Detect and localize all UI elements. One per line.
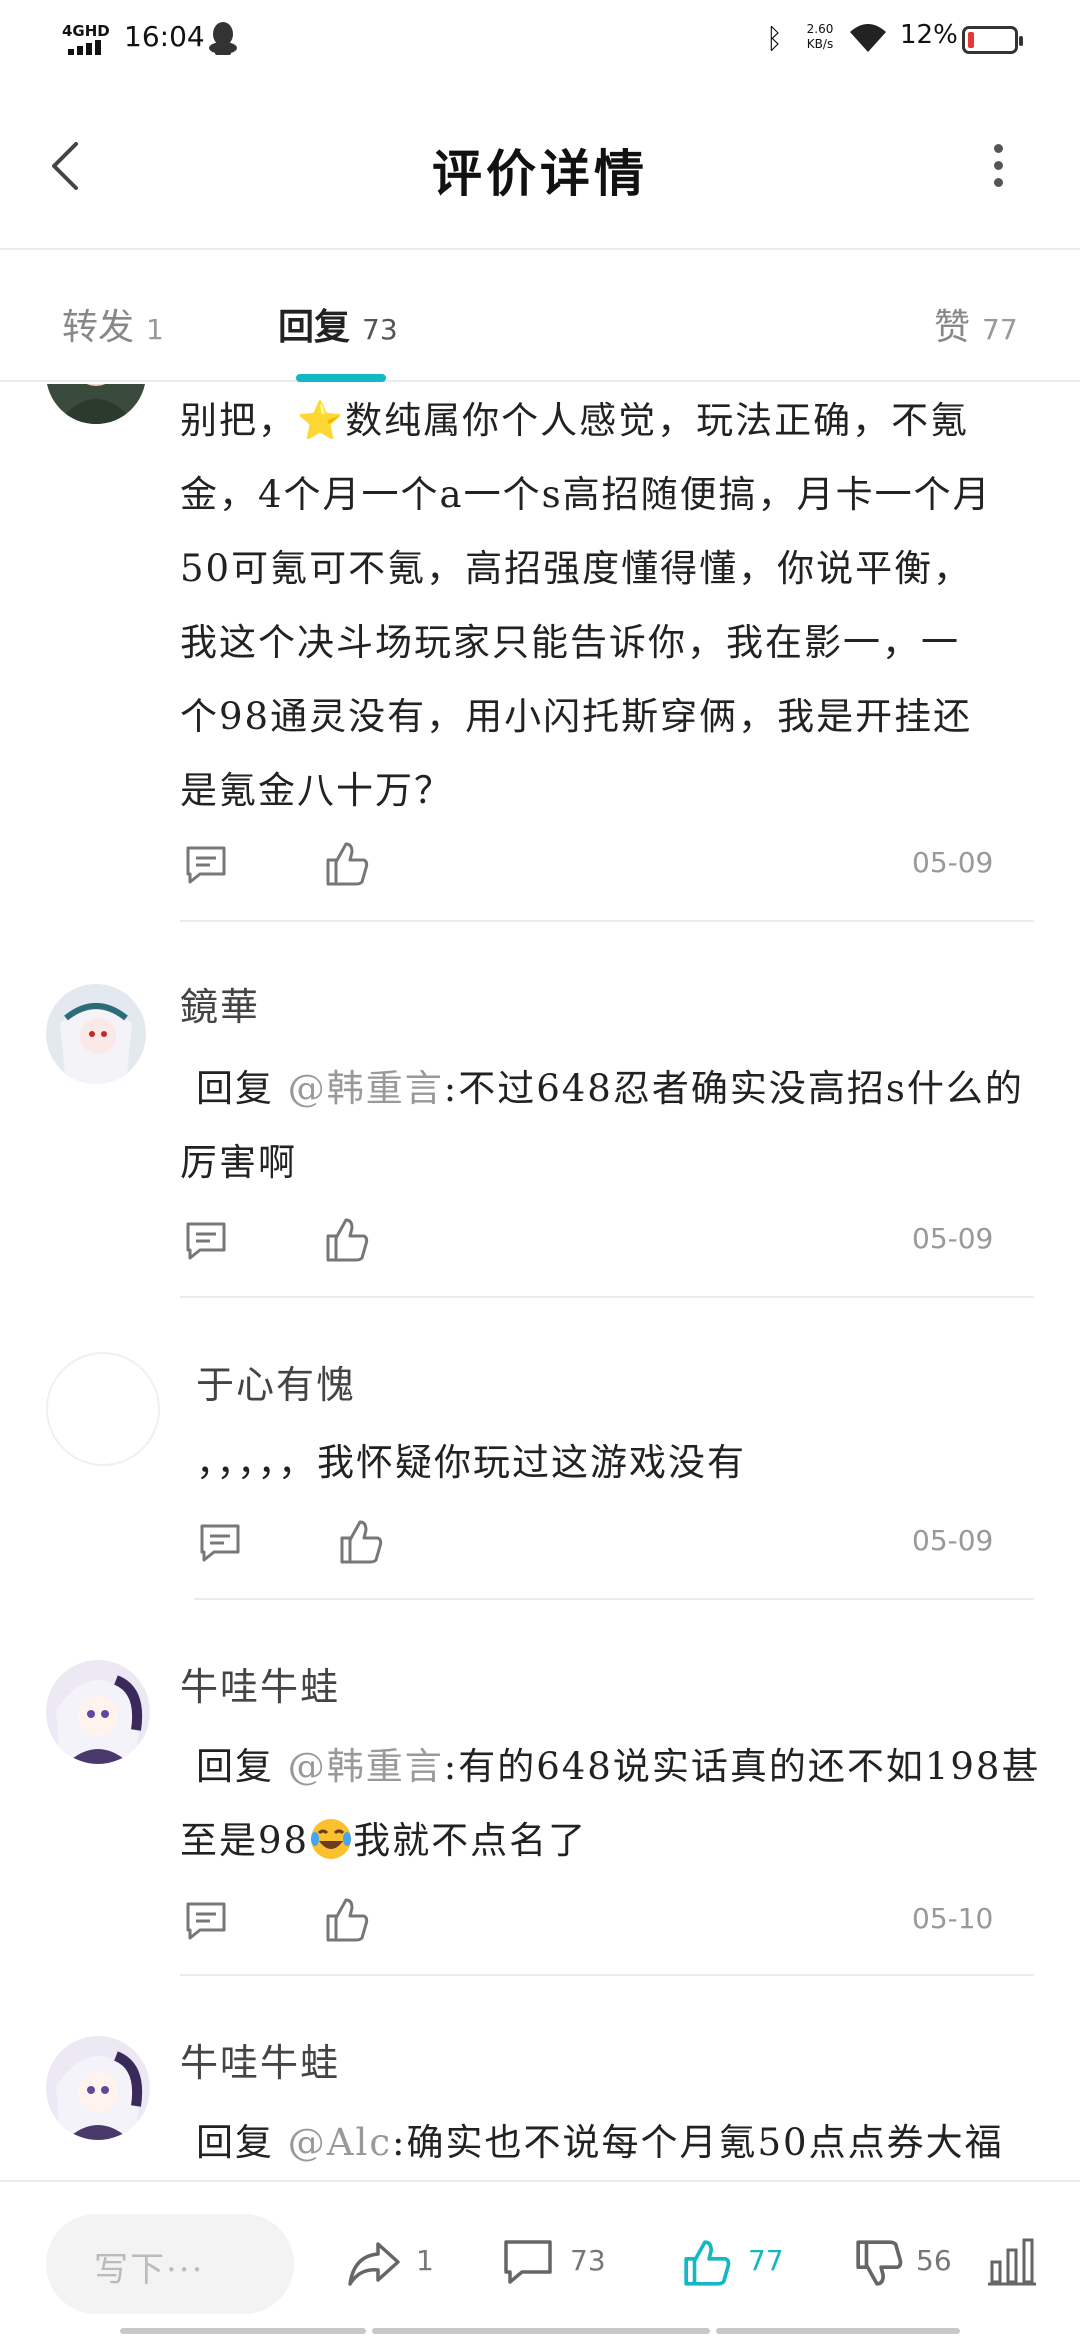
comment-button[interactable]: 73: [502, 2238, 622, 2288]
reply-icon[interactable]: [182, 1216, 230, 1264]
share-button[interactable]: 1: [346, 2238, 446, 2288]
comment-date: 05-09: [912, 1222, 994, 1255]
comment-body: 回复 @Alc:确实也不说每个月氪50点点券大福: [196, 2121, 1004, 2164]
comment-body-continued: 至是98 我就不点名了: [180, 1819, 588, 1862]
like-button[interactable]: 77: [682, 2238, 792, 2288]
like-icon[interactable]: [322, 1896, 370, 1944]
comment-body: ，，，，，我怀疑你玩过这游戏没有: [196, 1441, 746, 1484]
like-icon[interactable]: [322, 1216, 370, 1264]
comment-author[interactable]: 鏡華: [180, 976, 260, 1031]
tab-replies[interactable]: 回复 73: [278, 298, 398, 350]
reply-icon[interactable]: [182, 840, 230, 888]
bluetooth-icon: ᛒ: [766, 22, 783, 55]
nav-gesture-bar: [120, 2328, 366, 2334]
comment-bubble-icon: [504, 2240, 552, 2284]
mention-link[interactable]: @韩重言: [288, 1745, 444, 1788]
like-icon[interactable]: [336, 1518, 384, 1566]
laughing-tears-emoji-icon: [311, 1819, 352, 1859]
comment-date: 05-10: [912, 1902, 994, 1935]
tab-bar: 转发 1 回复 73 赞 77: [0, 252, 1080, 382]
comment-author[interactable]: 牛哇牛蛙: [180, 2032, 340, 2087]
divider: [194, 1598, 1034, 1600]
divider: [180, 920, 1034, 922]
avatar[interactable]: [46, 1660, 150, 1764]
page-title: 评价详情: [432, 145, 648, 203]
comment-body: 回复 @韩重言:有的648说实话真的还不如198甚: [196, 1745, 1041, 1788]
avatar[interactable]: [46, 2036, 150, 2140]
comment-date: 05-09: [912, 1524, 994, 1557]
reply-icon[interactable]: [182, 1896, 230, 1944]
share-arrow-icon: [348, 2242, 400, 2286]
mention-link[interactable]: @Alc: [288, 2121, 392, 2164]
tab-likes[interactable]: 赞 77: [934, 298, 1018, 350]
bottom-action-bar: 写下··· 1 73 77 56: [0, 2180, 1080, 2340]
comment-author[interactable]: 牛哇牛蛙: [180, 1656, 340, 1711]
comment-body: 回复 @韩重言:不过648忍者确实没高招s什么的: [196, 1067, 1024, 1110]
divider: [180, 1296, 1034, 1298]
wifi-icon: [850, 24, 886, 52]
like-icon[interactable]: [322, 840, 370, 888]
write-reply-input[interactable]: 写下···: [46, 2214, 294, 2314]
qq-notification-icon: [209, 22, 237, 55]
dislike-button[interactable]: 56: [854, 2238, 964, 2288]
comment-date: 05-09: [912, 846, 994, 879]
comment-body-continued: 厉害啊: [180, 1141, 297, 1184]
nav-gesture-bar: [716, 2328, 960, 2334]
avatar[interactable]: [46, 984, 146, 1084]
more-options-icon[interactable]: [988, 144, 1008, 190]
avatar[interactable]: [46, 384, 146, 424]
status-time: 16:04: [124, 20, 205, 53]
active-tab-indicator: [296, 374, 386, 382]
nav-gesture-bar: [372, 2328, 710, 2334]
network-speed: 2.60 KB/s: [806, 22, 834, 51]
mention-link[interactable]: @韩重言: [288, 1067, 444, 1110]
avatar[interactable]: [46, 1352, 160, 1466]
comment-body: 别把，⭐数纯属你个人感觉，玩法正确，不氪 金，4个月一个a一个s高招随便搞，月卡…: [180, 399, 992, 812]
stats-bar-chart-icon[interactable]: [986, 2236, 1038, 2288]
battery-percent: 12%: [900, 20, 958, 50]
battery-icon: [962, 26, 1023, 54]
thumbs-up-icon: [684, 2240, 731, 2286]
reply-icon[interactable]: [196, 1518, 244, 1566]
divider: [180, 1974, 1034, 1976]
network-type: 4GHD: [62, 22, 110, 40]
tab-reposts[interactable]: 转发 1: [62, 298, 164, 350]
comment-author[interactable]: 于心有愧: [196, 1354, 356, 1409]
status-bar: 4GHD 16:04 ᛒ 2.60 KB/s 12%: [0, 0, 1080, 80]
top-app-bar: 评价详情: [0, 80, 1080, 250]
cellular-signal-icon: 4GHD: [62, 22, 114, 56]
thumbs-down-icon: [856, 2240, 903, 2286]
replies-list[interactable]: 别把，⭐数纯属你个人感觉，玩法正确，不氪 金，4个月一个a一个s高招随便搞，月卡…: [0, 384, 1080, 2180]
